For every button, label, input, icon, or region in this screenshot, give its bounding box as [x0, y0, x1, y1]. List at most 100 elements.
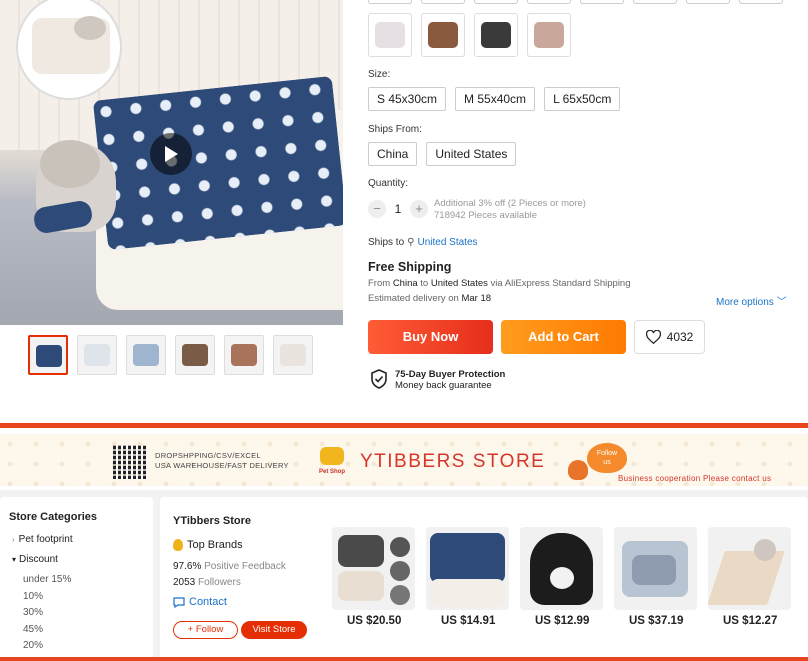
color-option[interactable] — [368, 13, 412, 57]
thumbnail-5[interactable] — [224, 335, 264, 375]
subcategory-item[interactable]: 10% — [23, 591, 43, 602]
free-shipping-title: Free Shipping — [368, 260, 452, 274]
recommended-product-image[interactable] — [614, 527, 697, 610]
product-price: US $20.50 — [347, 615, 402, 627]
product-main-image[interactable] — [0, 0, 343, 325]
chevron-right-icon: › — [12, 535, 15, 544]
shipping-destination: United States — [430, 278, 488, 289]
dropship-info: DROPSHPPING/CSV/EXCEL USA WAREHOUSE/FAST… — [155, 451, 289, 471]
play-video-icon[interactable] — [150, 133, 192, 175]
fox-mascot-icon — [568, 460, 588, 480]
category-label: Discount — [19, 554, 58, 565]
delivery-date: Mar 18 — [461, 293, 492, 304]
buyer-protection: 75-Day Buyer Protection Money back guara… — [370, 369, 505, 391]
dropship-line-1: DROPSHPPING/CSV/EXCEL — [155, 451, 261, 460]
pieces-available: 718942 Pieces available — [434, 210, 537, 221]
ships-from-china[interactable]: China — [368, 142, 418, 166]
thumbnail-4[interactable] — [175, 335, 215, 375]
ships-from-united-states[interactable]: United States — [426, 142, 517, 166]
thumbnail-6[interactable] — [273, 335, 313, 375]
qr-code-icon — [113, 445, 147, 479]
recommended-product-image[interactable] — [332, 527, 415, 610]
feedback-label: Positive Feedback — [204, 561, 286, 572]
subcategory-item[interactable]: under 15% — [23, 574, 71, 585]
thumbnail-3[interactable] — [126, 335, 166, 375]
quantity-input[interactable]: 1 — [386, 202, 410, 216]
shipping-to-word: to — [420, 278, 429, 289]
category-pet-footprint[interactable]: › Pet footprint — [12, 534, 73, 545]
chat-bubble-icon — [173, 596, 185, 608]
location-pin-icon: ⚲ — [407, 237, 415, 248]
follow-us-badge[interactable]: Follow us — [587, 443, 627, 473]
ships-to-country-link[interactable]: United States — [417, 237, 477, 248]
positive-feedback: 97.6% Positive Feedback — [173, 561, 286, 572]
size-option-s[interactable]: S 45x30cm — [368, 87, 447, 111]
thumbnail-strip — [28, 335, 313, 375]
recommended-product-image[interactable] — [520, 527, 603, 610]
shipping-route: From China to United States via AliExpre… — [368, 278, 631, 289]
bottom-accent-bar — [0, 657, 808, 661]
store-logo-text: Pet Shop — [318, 469, 345, 475]
protection-subtitle: Money back guarantee — [395, 380, 492, 391]
follow-store-button[interactable]: + Follow — [173, 621, 238, 639]
color-option[interactable] — [474, 13, 518, 57]
product-price: US $12.27 — [723, 615, 778, 627]
subcategory-item[interactable]: 30% — [23, 607, 43, 618]
add-to-cart-button[interactable]: Add to Cart — [501, 320, 626, 354]
product-price: US $37.19 — [629, 615, 684, 627]
thumbnail-1[interactable] — [28, 335, 68, 375]
visit-store-button[interactable]: Visit Store — [241, 621, 307, 639]
thumbnail-2[interactable] — [77, 335, 117, 375]
quantity-stepper: − 1 + — [368, 200, 428, 218]
section-divider — [0, 423, 808, 428]
followers-count: 2053 Followers — [173, 577, 241, 588]
protection-title: 75-Day Buyer Protection — [395, 369, 506, 380]
shipping-method: via AliExpress Standard Shipping — [490, 278, 631, 289]
color-option[interactable] — [527, 13, 571, 57]
delivery-prefix: Estimated delivery on — [368, 293, 459, 304]
business-cooperation-text: Business cooperation Please contact us — [618, 474, 772, 483]
shipping-from-prefix: From — [368, 278, 391, 289]
chevron-down-icon: ▾ — [12, 555, 17, 564]
color-options — [368, 13, 571, 57]
feedback-value: 97.6% — [173, 561, 202, 572]
color-option[interactable] — [421, 13, 465, 57]
more-options-link[interactable]: More options ﹀ — [716, 293, 787, 308]
size-label: Size: — [368, 69, 391, 80]
category-discount[interactable]: ▾ Discount — [12, 554, 58, 565]
wishlist-button[interactable]: 4032 — [634, 320, 705, 354]
subcategory-item[interactable]: 45% — [23, 624, 43, 635]
increase-quantity-button[interactable]: + — [410, 200, 428, 218]
top-brands-label: Top Brands — [187, 539, 243, 551]
banner-store-title: YTIBBERS STORE — [360, 451, 546, 472]
product-price: US $14.91 — [441, 615, 496, 627]
product-price: US $12.99 — [535, 615, 590, 627]
buy-now-button[interactable]: Buy Now — [368, 320, 493, 354]
decrease-quantity-button[interactable]: − — [368, 200, 386, 218]
follow-badge-line-1: Follow — [596, 450, 618, 457]
subcategory-item[interactable]: 20% — [23, 640, 43, 651]
estimated-delivery: Estimated delivery on Mar 18 — [368, 293, 491, 304]
follow-badge-line-2: us — [603, 459, 611, 466]
shield-check-icon — [371, 369, 387, 389]
ships-from-options: China United States — [368, 142, 517, 166]
chevron-down-icon: ﹀ — [776, 297, 787, 308]
recommended-product-image[interactable] — [426, 527, 509, 610]
store-name[interactable]: YTibbers Store — [173, 515, 251, 527]
contact-label: Contact — [189, 596, 227, 608]
recommended-product-image[interactable] — [708, 527, 791, 610]
store-logo: Pet Shop — [316, 443, 348, 475]
heart-icon — [645, 330, 661, 344]
ships-to: Ships to ⚲ United States — [368, 237, 478, 248]
followers-value: 2053 — [173, 577, 196, 588]
top-brands-badge: Top Brands — [173, 539, 243, 551]
color-option-row-top — [368, 0, 783, 4]
quantity-info: Additional 3% off (2 Pieces or more) 718… — [434, 198, 586, 222]
size-options: S 45x30cm M 55x40cm L 65x50cm — [368, 87, 621, 111]
size-option-m[interactable]: M 55x40cm — [455, 87, 536, 111]
dropship-line-2: USA WAREHOUSE/FAST DELIVERY — [155, 461, 289, 470]
more-options-label: More options — [716, 297, 774, 308]
size-option-l[interactable]: L 65x50cm — [544, 87, 621, 111]
contact-link[interactable]: Contact — [173, 596, 227, 608]
discount-note: Additional 3% off (2 Pieces or more) — [434, 198, 586, 209]
